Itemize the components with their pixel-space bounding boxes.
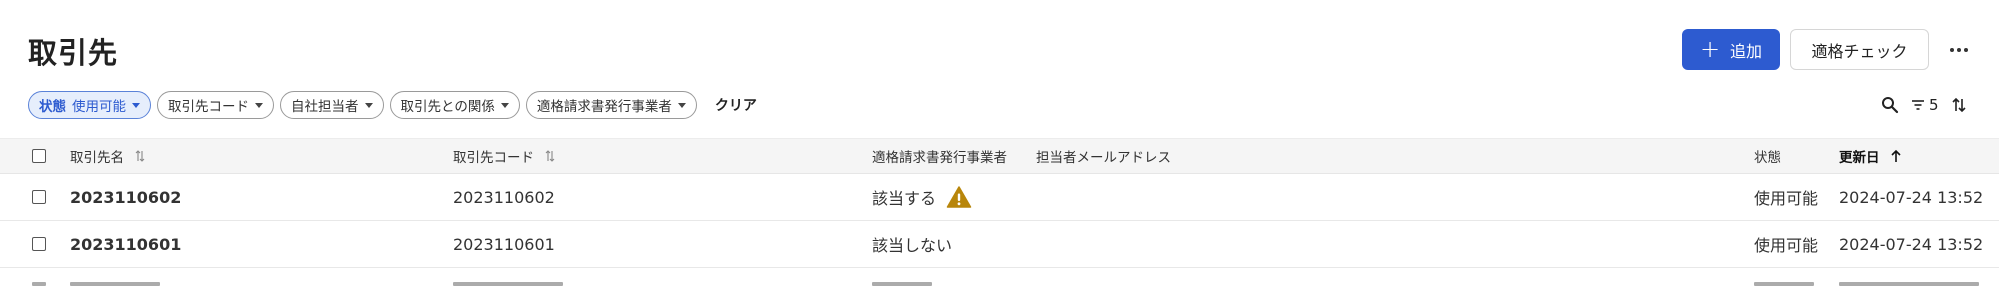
filter-chip-owner[interactable]: 自社担当者 [280,91,384,119]
filter-chip-label: 適格請求書発行事業者 [536,99,672,115]
cell-name[interactable]: 2023110602 [70,174,181,220]
sort-icon [135,150,145,162]
filter-chip-label: 取引先コード [168,99,249,115]
warning-icon [946,186,972,208]
table-row[interactable]: 2023110602 2023110602 該当する 使用可能 2024-07-… [0,174,1999,221]
qualification-check-button[interactable]: 適格チェック [1790,29,1929,70]
table-header: 取引先名 取引先コード 適格請求書発行事業者 担当者メールアドレス 状態 更新日 [0,138,1999,174]
cell-qualified-partial [872,282,932,286]
filter-bar: 状態 使用可能 取引先コード 自社担当者 取引先との関係 適格請求書発行事業者 … [28,90,757,120]
cell-updated: 2024-07-24 13:52 [1839,187,1984,207]
row-checkbox-partial [32,282,46,286]
cell-status: 使用可能 [1754,236,1819,255]
filter-chip-code[interactable]: 取引先コード [157,91,274,119]
header-updated[interactable]: 更新日 [1839,139,1902,173]
header-updated-label: 更新日 [1839,150,1880,166]
filter-chip-label: 自社担当者 [291,99,359,115]
header-status-label: 状態 [1754,150,1781,166]
filter-chip-status[interactable]: 状態 使用可能 [28,91,151,119]
table-row[interactable]: 2023110601 2023110601 該当しない 使用可能 2024-07… [0,221,1999,268]
page-title: 取引先 [28,36,119,70]
add-button[interactable]: + 追加 [1682,29,1780,70]
filter-chip-relationship[interactable]: 取引先との関係 [389,91,520,119]
chevron-down-icon [132,102,140,108]
header-status: 状態 [1754,139,1781,173]
cell-name[interactable]: 2023110601 [70,221,181,267]
filter-status-value: 使用可能 [72,99,126,115]
add-button-label: 追加 [1730,41,1763,61]
chevron-down-icon [255,102,263,108]
header-email: 担当者メールアドレス [1036,139,1171,173]
sort-icon [545,150,555,162]
filter-count: 5 [1929,96,1939,114]
chevron-down-icon [500,102,509,108]
more-options-icon[interactable] [1944,37,1974,63]
row-checkbox[interactable] [32,237,46,251]
header-qualified-label: 適格請求書発行事業者 [872,150,1007,166]
plus-icon: + [1699,34,1721,63]
cell-qualified-label: 該当する [872,189,937,208]
chevron-down-icon [677,102,686,108]
sort-icon[interactable] [1950,96,1968,114]
qualification-check-label: 適格チェック [1811,41,1908,61]
cell-code: 2023110602 [453,187,555,207]
arrow-up-icon [1890,149,1901,162]
cell-qualified: 該当する [872,174,972,220]
cell-updated: 2024-07-24 13:52 [1839,234,1984,254]
header-name[interactable]: 取引先名 [70,139,146,173]
cell-updated-partial [1839,282,1979,286]
header-email-label: 担当者メールアドレス [1036,150,1171,166]
filter-chip-qualified-issuer[interactable]: 適格請求書発行事業者 [525,91,697,119]
chevron-down-icon [364,102,373,108]
row-checkbox[interactable] [32,190,46,204]
filter-chip-label: 取引先との関係 [400,99,495,115]
select-all-checkbox[interactable] [32,149,46,163]
filter-icon[interactable] [1910,97,1926,113]
header-qualified: 適格請求書発行事業者 [872,139,1007,173]
header-code-label: 取引先コード [453,150,534,166]
search-icon[interactable] [1880,95,1900,115]
cell-status: 使用可能 [1754,189,1819,208]
table-row-partial [0,268,1999,288]
header-name-label: 取引先名 [70,150,124,166]
cell-qualified: 該当しない [872,236,953,255]
cell-code-partial [453,282,563,286]
cell-name-partial [70,282,160,286]
filter-status-label: 状態 [39,99,66,115]
cell-status-partial [1754,282,1814,286]
header-code[interactable]: 取引先コード [453,139,556,173]
clear-filters-link[interactable]: クリア [715,95,757,115]
cell-code: 2023110601 [453,234,555,254]
